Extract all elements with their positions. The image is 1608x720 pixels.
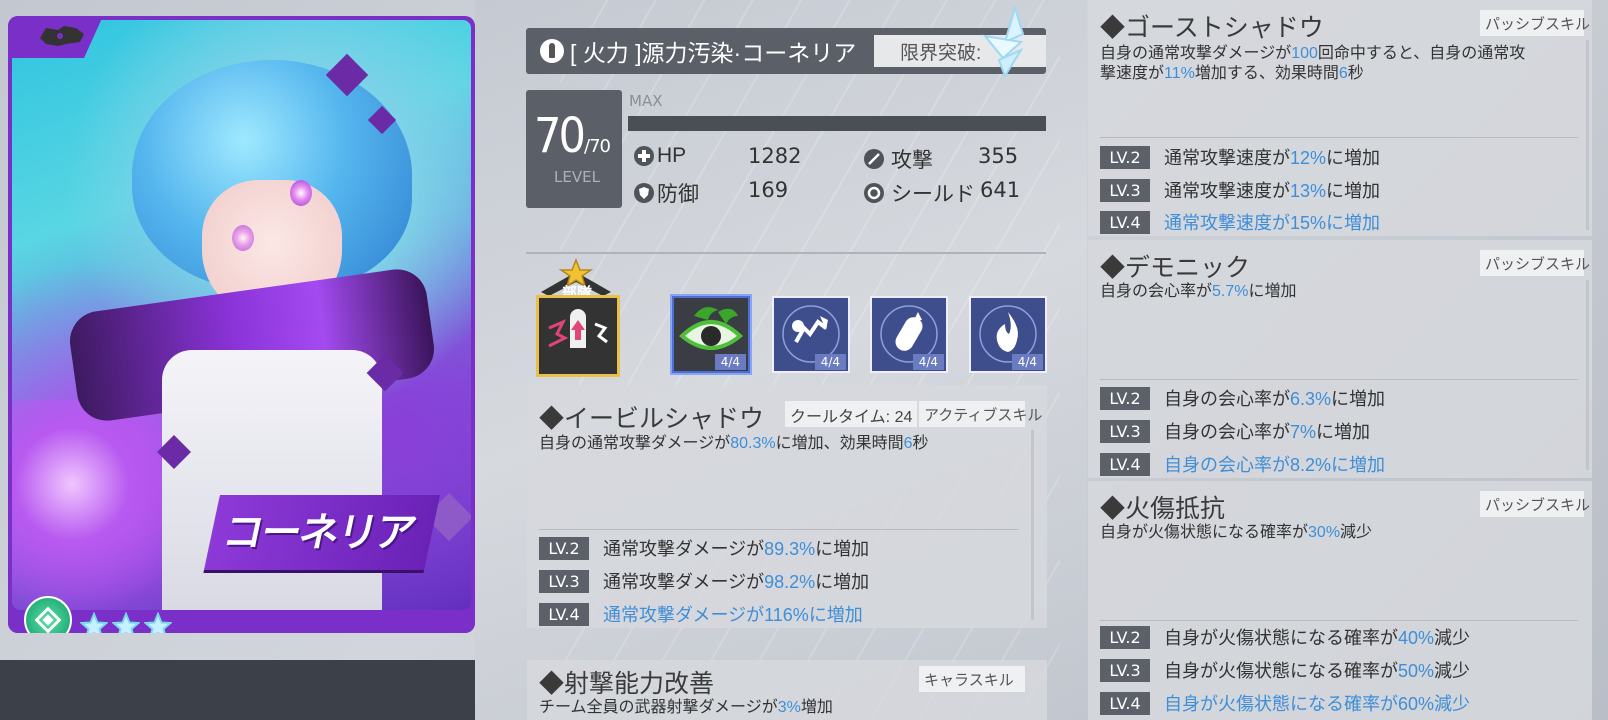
background-shade — [0, 660, 475, 720]
passive-skill-type: パッシブスキル — [1480, 491, 1590, 517]
passive-skill-type: パッシブスキル — [1480, 250, 1590, 276]
hp-icon — [634, 146, 654, 166]
passive-skill-name: ◆火傷抵抗 — [1100, 495, 1226, 523]
exp-status: MAX — [629, 92, 663, 110]
card-character-name: コーネリア — [218, 510, 419, 556]
passive-skill-name: ◆ゴーストシャドウ — [1100, 14, 1324, 42]
character-title: [ 火力 ]源力汚染·コーネリア — [570, 40, 857, 66]
passive-skill-type: パッシブスキル — [1480, 10, 1590, 36]
passive-skill-lv3: LV.3 自身の会心率が7%に増加 — [1100, 418, 1370, 444]
skill-icon-demonic[interactable]: 4/4 — [870, 296, 948, 373]
star-icon — [144, 612, 172, 633]
faction-icon — [40, 26, 84, 46]
limit-break-crystal-icon[interactable] — [975, 6, 1043, 78]
passive-skill-lv3: LV.3 自身が火傷状態になる確率が50%減少 — [1100, 657, 1470, 683]
passive-skill-description: 自身の会心率が5.7%に増加 — [1100, 283, 1297, 300]
character-card: コーネリア — [8, 16, 475, 633]
star-icon — [112, 612, 140, 633]
passive-skill-lv4: LV.4 自身の会心率が8.2%に増加 — [1100, 451, 1385, 477]
skill-count: 4/4 — [714, 354, 746, 370]
scrollbar[interactable] — [1031, 430, 1034, 620]
level-box: 70 /70 LEVEL — [526, 90, 622, 208]
barrier-icon — [864, 183, 884, 203]
level-max: /70 — [584, 136, 611, 157]
stat-def-label: 防御 — [657, 183, 699, 206]
passive-skill-lv2: LV.2 通常攻撃速度が12%に増加 — [1100, 144, 1380, 170]
stat-atk-label: 攻撃 — [891, 149, 933, 172]
squad-skill-icon[interactable] — [536, 295, 620, 377]
scrollbar[interactable] — [1586, 40, 1589, 230]
chara-skill-panel: ◆射撃能力改善 キャラスキル チーム全員の武器射撃ダメージが3%増加 — [527, 660, 1047, 720]
chara-skill-type: キャラスキル — [919, 666, 1025, 692]
stat-shield-label: シールド — [891, 183, 975, 206]
cooltime-label: クールタイム: 24 — [785, 401, 918, 427]
stat-hp: HP — [634, 144, 686, 168]
skill-icon-ghost-shadow[interactable]: 4/4 — [772, 296, 850, 373]
exp-bar — [628, 116, 1046, 131]
stat-hp-value: 1282 — [748, 144, 802, 168]
active-skill-lv4: LV.4 通常攻撃ダメージが116%に増加 — [539, 601, 863, 627]
skill-icon-evil-shadow[interactable]: 4/4 — [672, 296, 750, 373]
rarity-stars — [80, 612, 172, 633]
stat-shield: シールド — [864, 178, 975, 208]
skill-count: 4/4 — [1011, 354, 1043, 370]
stat-shield-value: 641 — [980, 178, 1021, 202]
sword-icon — [864, 149, 884, 169]
active-skill-panel: ◆イービルシャドウ クールタイム: 24 アクティブスキル 自身の通常攻撃ダメー… — [527, 385, 1047, 628]
passive-skill-lv4: LV.4 自身が火傷状態になる確率が60%減少 — [1100, 690, 1470, 716]
skill-icon-burn-resist[interactable]: 4/4 — [969, 296, 1047, 373]
stat-hp-label: HP — [657, 144, 687, 167]
passive-skill-lv2: LV.2 自身が火傷状態になる確率が40%減少 — [1100, 624, 1470, 650]
active-skill-name: ◆イービルシャドウ — [539, 405, 765, 433]
chara-skill-description: チーム全員の武器射撃ダメージが3%増加 — [539, 699, 833, 716]
passive-skill-lv4: LV.4 通常攻撃速度が15%に増加 — [1100, 209, 1380, 235]
skill-count: 4/4 — [912, 354, 944, 370]
passive-skill-description: 自身が火傷状態になる確率が30%減少 — [1100, 524, 1373, 541]
level-value: 70 — [534, 108, 586, 164]
bullet-icon — [540, 39, 564, 63]
divider — [526, 252, 1046, 254]
stat-atk-value: 355 — [978, 144, 1019, 168]
active-skill-lv3: LV.3 通常攻撃ダメージが98.2%に増加 — [539, 568, 869, 594]
level-label: LEVEL — [554, 168, 600, 186]
shield-icon — [634, 183, 654, 203]
stat-def: 防御 — [634, 178, 699, 208]
skill-count: 4/4 — [814, 354, 846, 370]
active-skill-lv2: LV.2 通常攻撃ダメージが89.3%に増加 — [539, 535, 869, 561]
passive-skill-panel-2: ◆デモニック パッシブスキル 自身の会心率が5.7%に増加 LV.2 自身の会心… — [1088, 240, 1592, 478]
scrollbar[interactable] — [1586, 280, 1589, 470]
passive-skill-lv3: LV.3 通常攻撃速度が13%に増加 — [1100, 177, 1380, 203]
passive-skill-panel-1: ◆ゴーストシャドウ パッシブスキル 自身の通常攻撃ダメージが100回命中すると、… — [1088, 0, 1592, 236]
stat-atk: 攻撃 — [864, 144, 933, 174]
passive-skill-name: ◆デモニック — [1100, 254, 1251, 282]
star-icon — [80, 612, 108, 633]
chara-skill-name: ◆射撃能力改善 — [539, 670, 715, 698]
passive-skill-panel-3: ◆火傷抵抗 パッシブスキル 自身が火傷状態になる確率が30%減少 LV.2 自身… — [1088, 481, 1592, 720]
passive-skill-lv2: LV.2 自身の会心率が6.3%に増加 — [1100, 385, 1385, 411]
character-portrait: コーネリア — [12, 20, 471, 610]
active-skill-type: アクティブスキル — [919, 401, 1042, 427]
stat-def-value: 169 — [748, 178, 789, 202]
passive-skill-description: 自身の通常攻撃ダメージが100回命中すると、自身の通常攻 撃速度が11%増加する… — [1100, 45, 1526, 82]
active-skill-description: 自身の通常攻撃ダメージが80.3%に増加、効果時間6秒 — [539, 435, 929, 452]
